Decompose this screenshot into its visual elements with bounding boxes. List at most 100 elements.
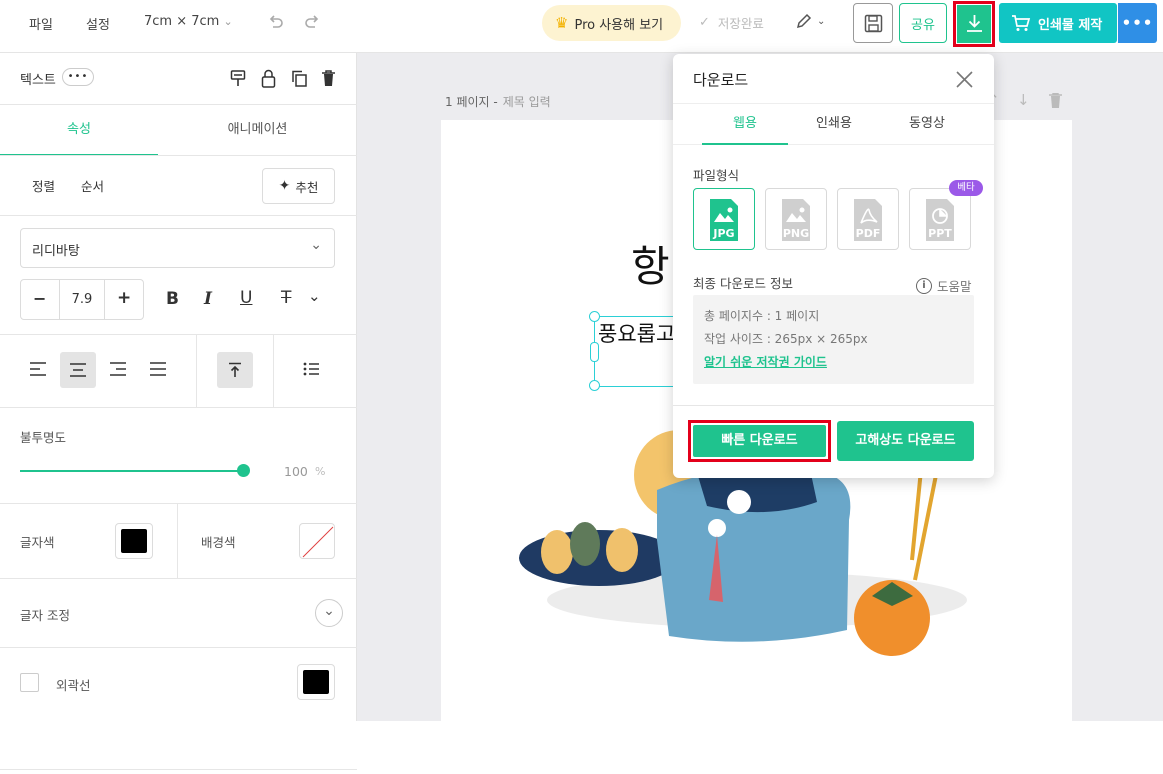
more-options-button[interactable]: •••	[1118, 3, 1157, 43]
download-tabs: 웹용 인쇄용 동영상	[673, 103, 994, 145]
tab-web-label: 웹용	[733, 116, 757, 131]
download-dialog: 다운로드 웹용 인쇄용 동영상 파일형식 JPG PNG PDF PPT 베타 …	[673, 54, 994, 478]
heading-text[interactable]: 항	[631, 233, 670, 294]
expand-chevron-icon[interactable]: ⌄	[315, 599, 343, 627]
check-icon: ✓	[699, 15, 710, 30]
format-pdf[interactable]: PDF	[837, 188, 899, 250]
align-left-icon[interactable]	[29, 361, 47, 377]
minus-icon[interactable]: −	[33, 289, 46, 308]
underline-icon[interactable]: U	[240, 288, 252, 308]
opacity-value[interactable]: 100	[284, 464, 308, 479]
tab-properties[interactable]: 속성	[0, 105, 158, 156]
copy-icon[interactable]	[291, 70, 307, 87]
high-res-download-button[interactable]: 고해상도 다운로드	[837, 421, 974, 461]
trash-icon[interactable]	[1049, 93, 1062, 108]
download-icon	[967, 15, 982, 32]
no-color-icon	[302, 526, 334, 558]
format-jpg[interactable]: JPG	[693, 188, 755, 250]
save-status: ✓ 저장완료	[699, 13, 764, 32]
bold-icon[interactable]: B	[166, 289, 179, 309]
align-justify-icon[interactable]	[149, 361, 167, 377]
align-right-icon[interactable]	[109, 361, 127, 377]
format-png[interactable]: PNG	[765, 188, 827, 250]
trash-icon[interactable]	[321, 70, 336, 87]
strikethrough-icon[interactable]: T	[281, 288, 291, 308]
font-size-stepper[interactable]: − 7.9 +	[20, 279, 144, 320]
download-button-highlight	[953, 1, 995, 47]
tab-video[interactable]: 동영상	[884, 104, 970, 145]
font-size-input[interactable]: 7.9	[59, 280, 105, 319]
opacity-label: 불투명도	[20, 430, 67, 445]
menu-settings[interactable]: 설정	[86, 14, 110, 33]
vertical-align-top-button[interactable]	[217, 352, 253, 388]
print-order-button[interactable]: 인쇄물 제작	[999, 3, 1117, 43]
opacity-slider[interactable]	[20, 464, 250, 477]
chevron-down-icon: ⌄	[817, 15, 826, 27]
size-selector[interactable]: 7cm × 7cm ⌄	[144, 14, 233, 29]
total-pages-text: 총 페이지수 : 1 페이지	[704, 309, 820, 323]
bullet-list-icon[interactable]	[303, 362, 320, 376]
resize-handle[interactable]	[589, 311, 600, 322]
png-label: PNG	[782, 227, 810, 240]
help-link[interactable]: i 도움말	[916, 276, 972, 295]
property-tabs: 속성 애니메이션	[0, 104, 357, 156]
bg-color-label: 배경색	[201, 535, 236, 550]
copyright-guide-link[interactable]: 알기 쉬운 저작권 가이드	[704, 353, 827, 370]
opacity-fill	[20, 470, 243, 472]
recommend-button[interactable]: ✦ 추천	[262, 168, 335, 204]
edit-mode-button[interactable]: ⌄	[795, 12, 825, 30]
font-family-select[interactable]: 리디바탕 ⌄	[20, 228, 335, 268]
align-center-button[interactable]	[60, 352, 96, 388]
print-order-label: 인쇄물 제작	[1038, 17, 1103, 33]
tab-animation[interactable]: 애니메이션	[158, 105, 357, 156]
undo-icon[interactable]	[266, 13, 284, 31]
pro-trial-label: Pro 사용해 보기	[574, 17, 664, 33]
page-number-label: 1 페이지 -	[445, 95, 498, 109]
redo-icon[interactable]	[304, 13, 322, 31]
align-center-icon	[70, 363, 86, 377]
text-color-label: 글자색	[20, 535, 55, 550]
tab-print[interactable]: 인쇄용	[791, 104, 877, 145]
menu-file[interactable]: 파일	[29, 14, 53, 33]
download-info-box: 총 페이지수 : 1 페이지 작업 사이즈 : 265px × 265px 알기…	[693, 295, 974, 384]
plus-icon[interactable]: +	[117, 288, 131, 308]
close-icon[interactable]	[956, 71, 973, 88]
tab-video-label: 동영상	[909, 116, 945, 131]
pro-trial-button[interactable]: ♛ Pro 사용해 보기	[542, 5, 681, 41]
work-size-text: 작업 사이즈 : 265px × 265px	[704, 332, 868, 346]
format-ppt[interactable]: PPT	[909, 188, 971, 250]
properties-panel: 텍스트 ••• 속성 애니메이션 정렬 순서 ✦ 추천 리디바탕 ⌄ − 7.9…	[0, 53, 357, 770]
tab-print-label: 인쇄용	[816, 116, 852, 131]
tab-web[interactable]: 웹용	[702, 104, 788, 145]
bg-color-swatch[interactable]	[299, 523, 335, 559]
more-dots-icon[interactable]: •••	[62, 68, 94, 86]
ppt-label: PPT	[928, 227, 952, 240]
resize-handle[interactable]	[590, 342, 599, 362]
resize-handle[interactable]	[589, 380, 600, 391]
selected-text[interactable]: 풍요롭고	[598, 318, 675, 348]
outline-color-swatch[interactable]	[297, 664, 335, 700]
more-dots-icon: •••	[1121, 14, 1154, 32]
arrow-down-icon[interactable]: ↓	[1017, 91, 1030, 109]
share-label: 공유	[911, 17, 935, 33]
paint-brush-icon[interactable]	[230, 70, 246, 88]
quick-download-button[interactable]: 빠른 다운로드	[693, 425, 826, 457]
italic-icon[interactable]: I	[204, 289, 212, 309]
align-tab[interactable]: 정렬	[32, 176, 55, 195]
chevron-down-icon[interactable]: ⌄	[308, 287, 321, 305]
text-color-swatch[interactable]	[115, 523, 153, 559]
lock-icon[interactable]	[261, 69, 276, 88]
opacity-slider-handle[interactable]	[237, 464, 250, 477]
page-title-input[interactable]: 제목 입력	[503, 93, 551, 110]
share-button[interactable]: 공유	[899, 3, 947, 43]
text-adjust-label: 글자 조정	[20, 608, 70, 623]
outline-checkbox[interactable]	[20, 673, 39, 692]
order-tab[interactable]: 순서	[81, 176, 104, 195]
tab-properties-label: 속성	[67, 122, 91, 137]
save-button[interactable]	[853, 3, 893, 43]
sparkle-icon: ✦	[278, 178, 291, 194]
chevron-down-icon: ⌄	[310, 237, 322, 253]
size-label: 7cm × 7cm	[144, 14, 220, 29]
download-button[interactable]	[957, 5, 991, 43]
crown-icon: ♛	[555, 14, 569, 32]
